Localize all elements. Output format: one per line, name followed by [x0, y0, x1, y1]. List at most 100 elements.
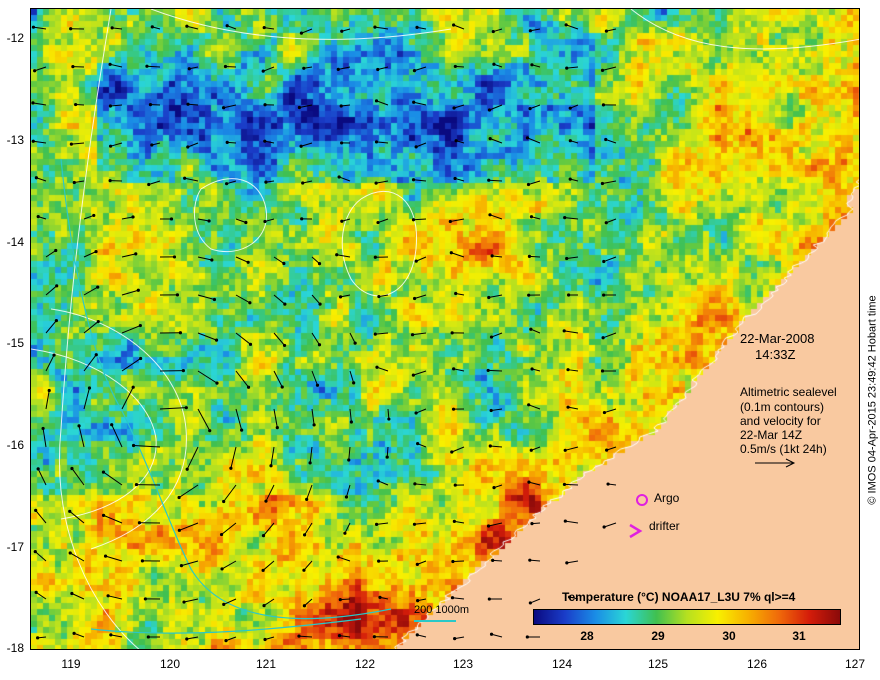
velocity-arrow-head — [528, 601, 532, 605]
sealevel-contour — [31, 348, 157, 520]
velocity-arrow-head — [600, 369, 605, 373]
velocity-arrow-head — [411, 373, 415, 377]
velocity-arrow-head — [451, 407, 456, 411]
velocity-arrow — [121, 216, 134, 220]
velocity-arrow — [270, 446, 275, 466]
velocity-arrow — [602, 332, 617, 339]
velocity-arrow-head — [261, 69, 265, 73]
colorbar-tick: 28 — [580, 629, 594, 643]
velocity-arrow — [83, 286, 98, 296]
velocity-arrow-head — [275, 426, 279, 430]
velocity-arrow-head — [55, 284, 59, 288]
map-overlay — [31, 9, 859, 649]
velocity-arrow — [121, 289, 139, 296]
velocity-arrow — [148, 180, 161, 186]
velocity-arrow-head — [411, 218, 416, 222]
velocity-arrow — [376, 366, 389, 372]
velocity-arrow-head — [452, 106, 456, 110]
velocity-arrow-head — [317, 262, 322, 266]
velocity-arrow — [415, 408, 427, 414]
velocity-arrow-head — [87, 386, 92, 390]
velocity-arrow — [273, 332, 285, 346]
velocity-arrow-head — [69, 27, 73, 31]
sealevel-contour — [193, 178, 267, 253]
velocity-arrow-head — [221, 106, 226, 110]
velocity-arrow-head — [488, 444, 492, 448]
velocity-arrow — [376, 522, 389, 525]
velocity-arrow-head — [31, 25, 36, 29]
x-tick-label: 126 — [746, 657, 768, 671]
velocity-arrow — [566, 66, 579, 69]
velocity-arrow-head — [337, 175, 341, 179]
velocity-arrow-head — [103, 554, 108, 558]
credit-label: © IMOS 04-Apr-2015 23:49:42 Hobart time — [866, 295, 878, 505]
velocity-arrow-head — [179, 564, 184, 568]
velocity-arrow-head — [148, 103, 153, 107]
velocity-arrow-head — [33, 550, 37, 554]
x-tick-label: 120 — [159, 657, 181, 671]
velocity-arrow-head — [301, 181, 305, 185]
velocity-arrow — [71, 593, 85, 600]
velocity-arrow-head — [600, 68, 605, 72]
argo-legend-label: Argo — [654, 491, 680, 505]
velocity-arrow-head — [106, 594, 110, 598]
velocity-arrow-head — [562, 482, 567, 487]
velocity-arrow-head — [376, 479, 380, 483]
velocity-arrow-head — [269, 464, 273, 468]
velocity-arrow-head — [376, 220, 380, 225]
velocity-arrow — [107, 595, 123, 600]
velocity-arrow-head — [604, 29, 609, 33]
y-tick-label: -14 — [6, 235, 24, 249]
velocity-arrow-head — [263, 637, 267, 642]
velocity-arrow — [197, 218, 210, 222]
velocity-arrow — [45, 320, 57, 334]
velocity-arrow — [311, 294, 321, 305]
velocity-arrow-head — [131, 215, 135, 219]
velocity-arrow-head — [486, 368, 490, 373]
velocity-arrow-head — [336, 555, 340, 559]
velocity-arrow-head — [605, 448, 609, 452]
velocity-arrow-head — [414, 411, 418, 415]
velocity-arrow-head — [305, 497, 309, 501]
velocity-arrow — [451, 446, 465, 453]
velocity-arrow-head — [222, 499, 226, 504]
velocity-arrow — [489, 214, 503, 220]
velocity-arrow — [528, 404, 541, 410]
velocity-arrow-head — [36, 467, 40, 471]
velocity-arrow-head — [529, 327, 533, 331]
velocity-arrow-head — [297, 105, 301, 110]
velocity-arrow-head — [416, 599, 420, 603]
velocity-arrow-head — [450, 450, 454, 454]
velocity-arrow — [413, 370, 427, 376]
velocity-arrow — [83, 387, 90, 410]
velocity-arrow — [235, 256, 249, 263]
velocity-arrow — [414, 522, 427, 525]
velocity-arrow-head — [566, 368, 570, 372]
velocity-arrow-head — [263, 219, 267, 224]
velocity-arrow-head — [315, 383, 320, 387]
argo-marker-icon — [636, 494, 648, 506]
velocity-arrow — [450, 218, 465, 223]
velocity-arrow — [602, 66, 617, 71]
velocity-arrow-head — [41, 426, 45, 431]
velocity-arrow — [262, 560, 275, 571]
velocity-arrow-head — [69, 142, 73, 146]
velocity-arrow-head — [34, 508, 38, 512]
velocity-arrow — [376, 180, 389, 184]
y-tick-label: -13 — [6, 133, 24, 147]
velocity-arrow-head — [264, 499, 268, 503]
velocity-arrow — [197, 256, 212, 261]
velocity-arrow — [605, 139, 617, 144]
velocity-arrow-head — [52, 353, 56, 357]
velocity-arrow — [566, 560, 579, 564]
y-tick-label: -17 — [6, 540, 24, 554]
velocity-arrow-head — [414, 145, 418, 149]
velocity-arrow — [121, 253, 136, 258]
velocity-arrow-head — [411, 178, 416, 182]
velocity-arrow — [71, 142, 85, 145]
velocity-arrow-head — [94, 353, 98, 357]
velocity-arrow-head — [487, 295, 491, 300]
velocity-arrow-head — [74, 102, 78, 107]
time-label: 14:33Z — [755, 347, 796, 362]
velocity-arrow — [488, 522, 503, 527]
